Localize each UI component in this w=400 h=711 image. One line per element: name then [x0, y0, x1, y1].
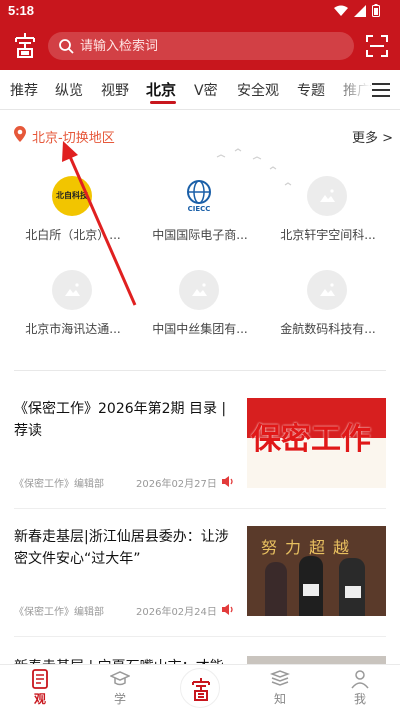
article-item[interactable]: 《保密工作》2026年第2期 目录 | 荐读 《保密工作》编辑部 2026年02…: [14, 398, 386, 508]
books-stack-icon: [270, 670, 290, 686]
section-divider: [14, 370, 386, 371]
speaker-icon[interactable]: [222, 604, 234, 615]
article-item[interactable]: 新春走基层|浙江仙居县委办：让涉密文件安心“过大年” 《保密工作》编辑部 202…: [14, 526, 386, 636]
nav-home[interactable]: [180, 668, 220, 708]
tab-security-view[interactable]: 安全观: [237, 80, 279, 100]
article-source: 《保密工作》编辑部: [14, 479, 104, 490]
partner-logo-text: 北自科技: [56, 191, 88, 200]
placeholder-image-icon: [52, 270, 92, 310]
app-logo-icon: [192, 678, 210, 701]
partner-name: 北白所（北京）...: [25, 228, 121, 242]
person-icon: [351, 670, 369, 689]
tab-vision[interactable]: 视野: [101, 80, 129, 100]
region-bar: 北京-切换地区 更多 >: [0, 110, 400, 160]
article-thumbnail[interactable]: [247, 656, 386, 664]
app-logo-icon[interactable]: [12, 32, 38, 58]
placeholder-image-icon: [307, 270, 347, 310]
search-box[interactable]: [48, 32, 354, 60]
partner-name: 中国中丝集团有...: [152, 322, 248, 336]
thumbnail-caption: 努力超越: [261, 538, 358, 557]
nav-observe[interactable]: 观: [20, 669, 60, 711]
tab-recommend[interactable]: 推荐: [10, 80, 38, 100]
partner-item[interactable]: 金航数码科技有...: [263, 270, 393, 350]
placeholder-image-icon: [179, 270, 219, 310]
partner-name: 金航数码科技有...: [280, 322, 376, 336]
location-pin-icon: [14, 126, 26, 142]
tab-v-secret[interactable]: V密: [194, 80, 218, 100]
partner-logo: 北自科技: [52, 176, 92, 216]
nav-label: 学: [113, 692, 126, 706]
partner-item[interactable]: CIECC 中国国际电子商...: [135, 176, 265, 256]
nav-label: 知: [273, 692, 286, 706]
app-header: 5:18: [0, 0, 400, 70]
article-thumbnail[interactable]: 保密工作: [247, 398, 386, 488]
scan-icon[interactable]: [366, 35, 388, 57]
speaker-icon[interactable]: [222, 476, 234, 487]
article-separator: [14, 636, 386, 637]
graduation-cap-icon: [110, 671, 130, 686]
status-icons: [334, 4, 380, 17]
signal-icon: [354, 4, 366, 17]
article-date: 2026年02月27日: [136, 479, 217, 490]
article-thumbnail[interactable]: 努力超越: [247, 526, 386, 616]
status-time: 5:18: [8, 3, 35, 18]
active-tab-indicator: [150, 101, 176, 104]
article-source: 《保密工作》编辑部: [14, 607, 104, 618]
article-title[interactable]: 新春走基层|浙江仙居县委办：让涉密文件安心“过大年”: [14, 526, 234, 570]
partner-name: 中国国际电子商...: [152, 228, 248, 242]
status-bar: 5:18: [0, 0, 400, 22]
document-icon: [32, 669, 48, 689]
article-separator: [14, 508, 386, 509]
search-icon: [59, 39, 74, 54]
nav-learn[interactable]: 学: [100, 669, 140, 711]
placeholder-image-icon: [307, 176, 347, 216]
thumbnail-caption: 保密工作: [251, 422, 371, 457]
partner-item[interactable]: 北京市海讯达通...: [8, 270, 138, 350]
tab-overview[interactable]: 纵览: [55, 80, 83, 100]
partner-logo: CIECC: [179, 176, 219, 216]
partner-name: 北京轩宇空间科...: [280, 228, 376, 242]
article-title[interactable]: 《保密工作》2026年第2期 目录 | 荐读: [14, 398, 234, 442]
tab-beijing[interactable]: 北京: [146, 79, 176, 100]
nav-label: 观: [33, 692, 46, 706]
search-input[interactable]: [80, 32, 340, 60]
partner-logo-text: CIECC: [187, 205, 211, 213]
category-tabs: 推荐 纵览 视野 北京 V密 安全观 专题 推广: [0, 70, 400, 110]
tab-special-topics[interactable]: 专题: [297, 80, 325, 100]
wifi-icon: [334, 5, 348, 16]
nav-me[interactable]: 我: [340, 669, 380, 711]
partner-item[interactable]: 北京轩宇空间科...: [263, 176, 393, 256]
partner-item[interactable]: 北自科技 北白所（北京）...: [8, 176, 138, 256]
battery-icon: [372, 4, 380, 17]
more-link[interactable]: 更多 >: [352, 127, 393, 146]
article-date: 2026年02月24日: [136, 607, 217, 618]
partner-item[interactable]: 中国中丝集团有...: [135, 270, 265, 350]
article-item[interactable]: 新春走基层 | 宁夏石嘴山市：才能服: [14, 656, 386, 664]
switch-region-link[interactable]: 北京-切换地区: [32, 127, 115, 146]
tab-fade: [330, 70, 370, 109]
partner-name: 北京市海讯达通...: [25, 322, 121, 336]
nav-label: 我: [353, 692, 366, 706]
nav-know[interactable]: 知: [260, 669, 300, 711]
menu-icon[interactable]: [372, 82, 390, 98]
article-title[interactable]: 新春走基层 | 宁夏石嘴山市：才能服: [14, 656, 234, 664]
